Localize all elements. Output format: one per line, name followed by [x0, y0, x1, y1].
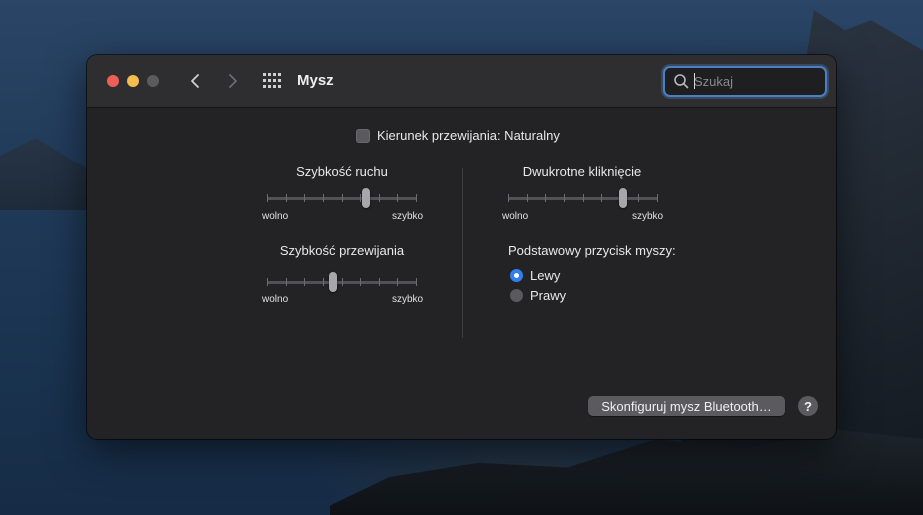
scroll-speed-max-label: szybko — [392, 294, 424, 305]
primary-button-option-right[interactable]: Prawy — [510, 288, 566, 303]
slider-tick — [416, 194, 417, 202]
search-icon — [674, 74, 689, 89]
forward-button[interactable] — [221, 69, 243, 93]
radio-left-label: Lewy — [530, 268, 561, 283]
slider-tick — [416, 278, 417, 286]
scroll-speed-label: Szybkość przewijania — [279, 243, 405, 258]
configure-bluetooth-mouse-button[interactable]: Skonfiguruj mysz Bluetooth… — [588, 396, 785, 416]
column-divider — [462, 168, 463, 338]
slider-tick — [304, 194, 305, 202]
zoom-window-button[interactable] — [147, 75, 159, 87]
show-all-button[interactable] — [262, 72, 282, 90]
scroll-speed-min-label: wolno — [262, 294, 289, 305]
slider-tick — [379, 278, 380, 286]
slider-tick — [323, 194, 324, 202]
back-button[interactable] — [185, 69, 207, 93]
slider-tick — [342, 194, 343, 202]
tracking-speed-slider[interactable] — [267, 187, 417, 211]
primary-button-option-left[interactable]: Lewy — [510, 268, 560, 283]
slider-tick — [545, 194, 546, 202]
natural-scroll-checkbox[interactable] — [356, 128, 370, 143]
radio-right-label: Prawy — [530, 288, 567, 303]
slider-knob[interactable] — [362, 188, 370, 208]
close-window-button[interactable] — [107, 75, 119, 87]
slider-tick — [267, 194, 268, 202]
double-click-max-label: szybko — [632, 211, 664, 222]
slider-tick — [342, 278, 343, 286]
slider-tick — [657, 194, 658, 202]
scroll-speed-slider[interactable] — [267, 271, 417, 295]
slider-tick — [583, 194, 584, 202]
slider-tick — [601, 194, 602, 202]
title-bar: Mysz — [87, 55, 836, 108]
question-icon: ? — [804, 398, 812, 414]
slider-tick — [360, 194, 361, 202]
slider-tick — [323, 278, 324, 286]
slider-knob[interactable] — [329, 272, 337, 292]
slider-tick — [397, 278, 398, 286]
tracking-speed-min-label: wolno — [262, 211, 289, 222]
double-click-label: Dwukrotne kliknięcie — [522, 164, 642, 179]
minimize-window-button[interactable] — [127, 75, 139, 87]
tracking-speed-label: Szybkość ruchu — [296, 164, 388, 179]
slider-tick — [360, 278, 361, 286]
slider-tick — [286, 278, 287, 286]
preferences-window: Mysz Kierunek przewijania: Naturalny Szy… — [87, 55, 836, 439]
slider-tick — [286, 194, 287, 202]
natural-scroll-option[interactable]: Kierunek przewijania: Naturalny — [356, 128, 560, 143]
radio-right[interactable] — [510, 289, 523, 302]
search-field[interactable] — [663, 66, 827, 97]
slider-tick — [397, 194, 398, 202]
slider-knob[interactable] — [619, 188, 627, 208]
slider-tick — [379, 194, 380, 202]
radio-left[interactable] — [510, 269, 523, 282]
slider-tick — [267, 278, 268, 286]
help-button[interactable]: ? — [798, 396, 818, 416]
window-title: Mysz — [297, 72, 334, 89]
back-chevron-icon — [191, 74, 199, 88]
search-input[interactable] — [694, 71, 819, 91]
forward-chevron-icon — [229, 74, 237, 88]
slider-tick — [638, 194, 639, 202]
slider-tick — [508, 194, 509, 202]
text-caret — [694, 73, 695, 89]
double-click-speed-slider[interactable] — [508, 187, 658, 211]
slider-tick — [304, 278, 305, 286]
double-click-min-label: wolno — [502, 211, 529, 222]
natural-scroll-label: Kierunek przewijania: Naturalny — [377, 128, 560, 143]
primary-button-label: Podstawowy przycisk myszy: — [508, 243, 676, 258]
slider-tick — [527, 194, 528, 202]
grid-icon — [263, 73, 281, 88]
tracking-speed-max-label: szybko — [392, 211, 424, 222]
slider-tick — [564, 194, 565, 202]
